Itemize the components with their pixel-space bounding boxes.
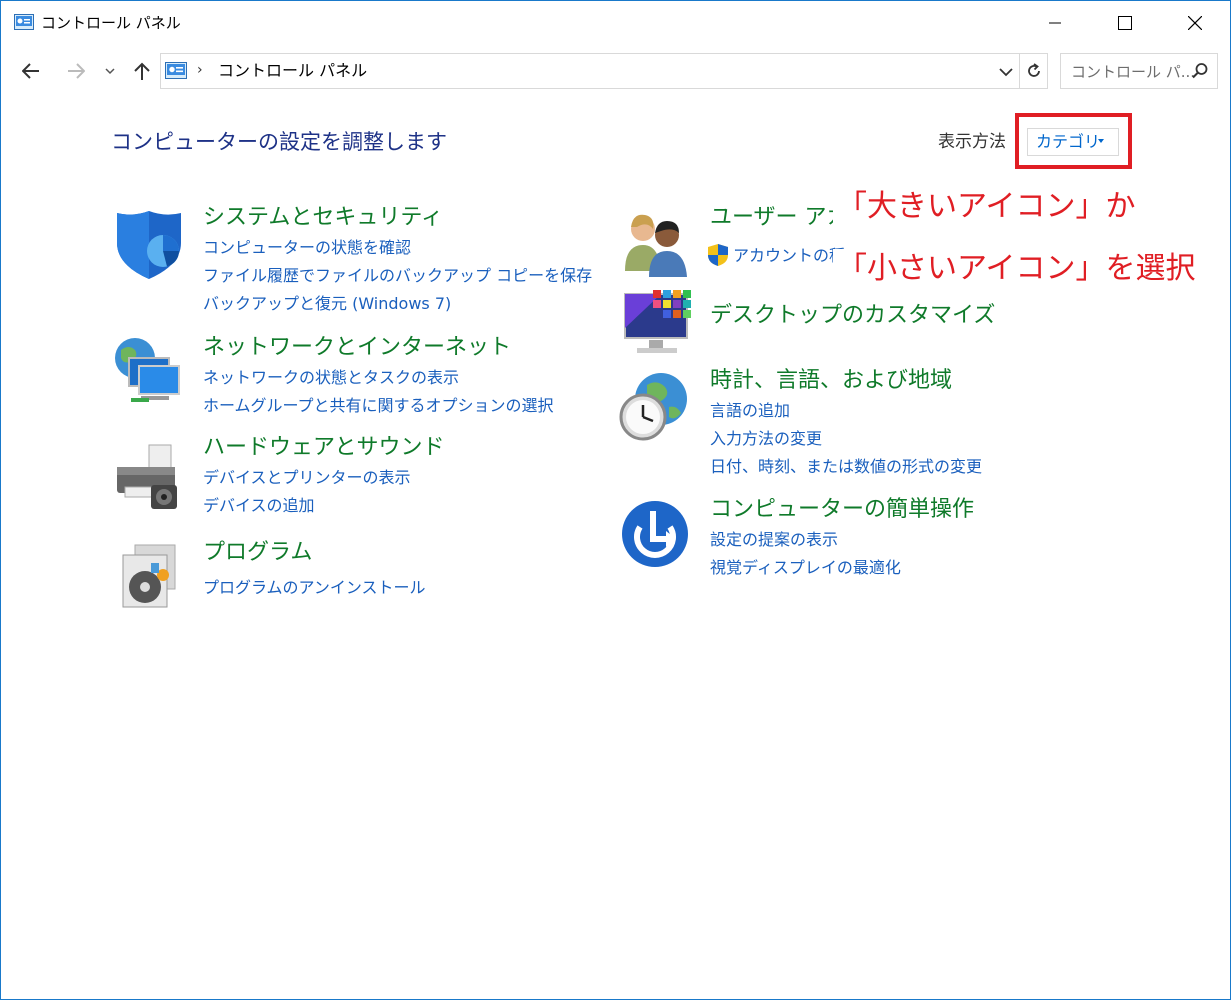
search-box[interactable]: コントロール パ...	[1060, 53, 1218, 89]
highlight-box	[1015, 113, 1132, 169]
forward-arrow-icon	[68, 63, 85, 79]
refresh-icon	[1027, 63, 1040, 77]
title-bar: コントロール パネル	[1, 1, 1230, 45]
uac-shield-icon	[708, 244, 728, 266]
refresh-button[interactable]	[1019, 54, 1047, 88]
control-panel-icon	[165, 62, 187, 79]
back-button[interactable]	[17, 58, 45, 84]
up-arrow-icon	[134, 62, 150, 80]
maximize-button[interactable]	[1090, 1, 1160, 45]
link-check-computer-status[interactable]: コンピューターの状態を確認	[203, 237, 411, 259]
recent-locations-button[interactable]	[101, 58, 119, 84]
link-homegroup-sharing[interactable]: ホームグループと共有に関するオプションの選択	[203, 395, 554, 417]
minimize-icon	[1049, 22, 1061, 24]
users-icon[interactable]	[621, 209, 693, 281]
category-title-network-internet[interactable]: ネットワークとインターネット	[203, 334, 511, 362]
search-placeholder: コントロール パ...	[1071, 63, 1196, 81]
address-bar[interactable]: › コントロール パネル	[160, 53, 1048, 89]
printer-icon[interactable]	[111, 441, 183, 513]
window-title: コントロール パネル	[41, 14, 181, 32]
up-button[interactable]	[129, 58, 155, 84]
link-network-status[interactable]: ネットワークの状態とタスクの表示	[203, 367, 459, 389]
network-icon[interactable]	[111, 336, 183, 408]
category-title-system-security[interactable]: システムとセキュリティ	[203, 204, 443, 232]
navigation-bar: › コントロール パネル コントロール パ...	[1, 49, 1230, 93]
category-title-clock-language-region[interactable]: 時計、言語、および地域	[710, 367, 952, 395]
category-title-desktop-customization[interactable]: デスクトップのカスタマイズ	[710, 302, 995, 330]
close-button[interactable]	[1160, 1, 1230, 45]
link-change-input-methods[interactable]: 入力方法の変更	[710, 428, 822, 450]
link-change-account-type[interactable]: アカウントの種	[733, 245, 845, 267]
chevron-down-icon	[999, 67, 1013, 76]
view-by-label: 表示方法	[938, 132, 1006, 152]
programs-icon[interactable]	[115, 541, 187, 613]
link-add-device[interactable]: デバイスの追加	[203, 495, 315, 517]
control-panel-window: コントロール パネル › コントロール パネル コントロール パ... コンピュ…	[0, 0, 1231, 1000]
breadcrumb-control-panel[interactable]: コントロール パネル	[218, 61, 367, 81]
page-title: コンピューターの設定を調整します	[111, 130, 447, 154]
chevron-down-icon	[105, 68, 115, 75]
category-title-programs[interactable]: プログラム	[203, 539, 312, 567]
minimize-button[interactable]	[1020, 1, 1090, 45]
desktop-customization-icon[interactable]	[621, 288, 693, 358]
link-file-history-backup[interactable]: ファイル履歴でファイルのバックアップ コピーを保存	[203, 265, 592, 287]
close-icon	[1188, 16, 1202, 30]
link-recommended-settings[interactable]: 設定の提案の表示	[710, 529, 838, 551]
annotation-line-1: 「大きいアイコン」か	[833, 187, 1140, 227]
shield-icon[interactable]	[113, 209, 185, 281]
ease-of-access-icon[interactable]	[620, 499, 690, 569]
back-arrow-icon	[22, 63, 39, 79]
link-uninstall-program[interactable]: プログラムのアンインストール	[203, 577, 426, 599]
category-title-ease-of-access[interactable]: コンピューターの簡単操作	[710, 496, 974, 524]
annotation-line-2: 「小さいアイコン」を選択	[833, 249, 1200, 289]
link-add-language[interactable]: 言語の追加	[710, 400, 790, 422]
maximize-icon	[1118, 16, 1132, 30]
address-dropdown-button[interactable]	[996, 62, 1016, 82]
control-panel-icon	[14, 14, 34, 30]
category-title-user-accounts[interactable]: ユーザー アカ	[710, 204, 849, 232]
link-devices-printers[interactable]: デバイスとプリンターの表示	[203, 467, 411, 489]
search-icon[interactable]	[1191, 62, 1209, 80]
link-backup-restore[interactable]: バックアップと復元 (Windows 7)	[203, 293, 451, 315]
link-change-date-time-number-formats[interactable]: 日付、時刻、または数値の形式の変更	[710, 456, 982, 478]
link-optimize-visual-display[interactable]: 視覚ディスプレイの最適化	[710, 557, 901, 579]
category-title-hardware-sound[interactable]: ハードウェアとサウンド	[203, 434, 445, 462]
breadcrumb-separator: ›	[197, 62, 203, 78]
forward-button[interactable]	[62, 58, 90, 84]
clock-globe-icon[interactable]	[617, 371, 689, 443]
